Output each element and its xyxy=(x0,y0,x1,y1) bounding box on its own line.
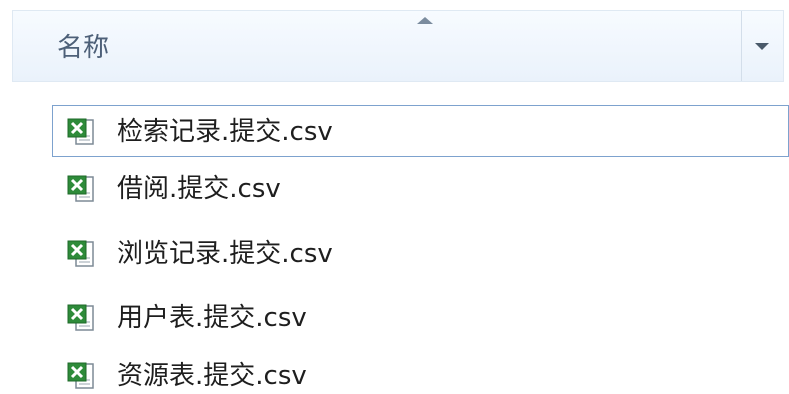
chevron-down-icon xyxy=(755,43,769,50)
file-name: 浏览记录.提交.csv xyxy=(117,239,333,269)
file-row[interactable]: 用户表.提交.csv xyxy=(52,291,789,343)
sort-ascending-icon xyxy=(417,17,433,24)
column-filter-dropdown-button[interactable] xyxy=(742,11,784,81)
excel-csv-icon xyxy=(67,118,94,145)
file-explorer-view: 名称 检索记录.提交.csv 借阅.提交.csv 浏览记录.提交.csv 用户表… xyxy=(0,0,789,394)
file-name: 借阅.提交.csv xyxy=(117,174,281,204)
column-header-label: 名称 xyxy=(57,33,110,63)
excel-csv-icon xyxy=(67,175,94,202)
file-row[interactable]: 浏览记录.提交.csv xyxy=(52,227,789,279)
file-list: 检索记录.提交.csv 借阅.提交.csv 浏览记录.提交.csv 用户表.提交… xyxy=(0,105,789,394)
file-row[interactable]: 借阅.提交.csv xyxy=(52,162,789,214)
excel-csv-icon xyxy=(67,362,94,389)
file-name: 用户表.提交.csv xyxy=(117,303,307,333)
column-header-name[interactable]: 名称 xyxy=(12,10,784,82)
file-name: 资源表.提交.csv xyxy=(117,361,307,391)
file-name: 检索记录.提交.csv xyxy=(117,117,333,147)
excel-csv-icon xyxy=(67,304,94,331)
file-row[interactable]: 资源表.提交.csv xyxy=(52,349,789,394)
excel-csv-icon xyxy=(67,240,94,267)
file-row[interactable]: 检索记录.提交.csv xyxy=(52,105,789,157)
